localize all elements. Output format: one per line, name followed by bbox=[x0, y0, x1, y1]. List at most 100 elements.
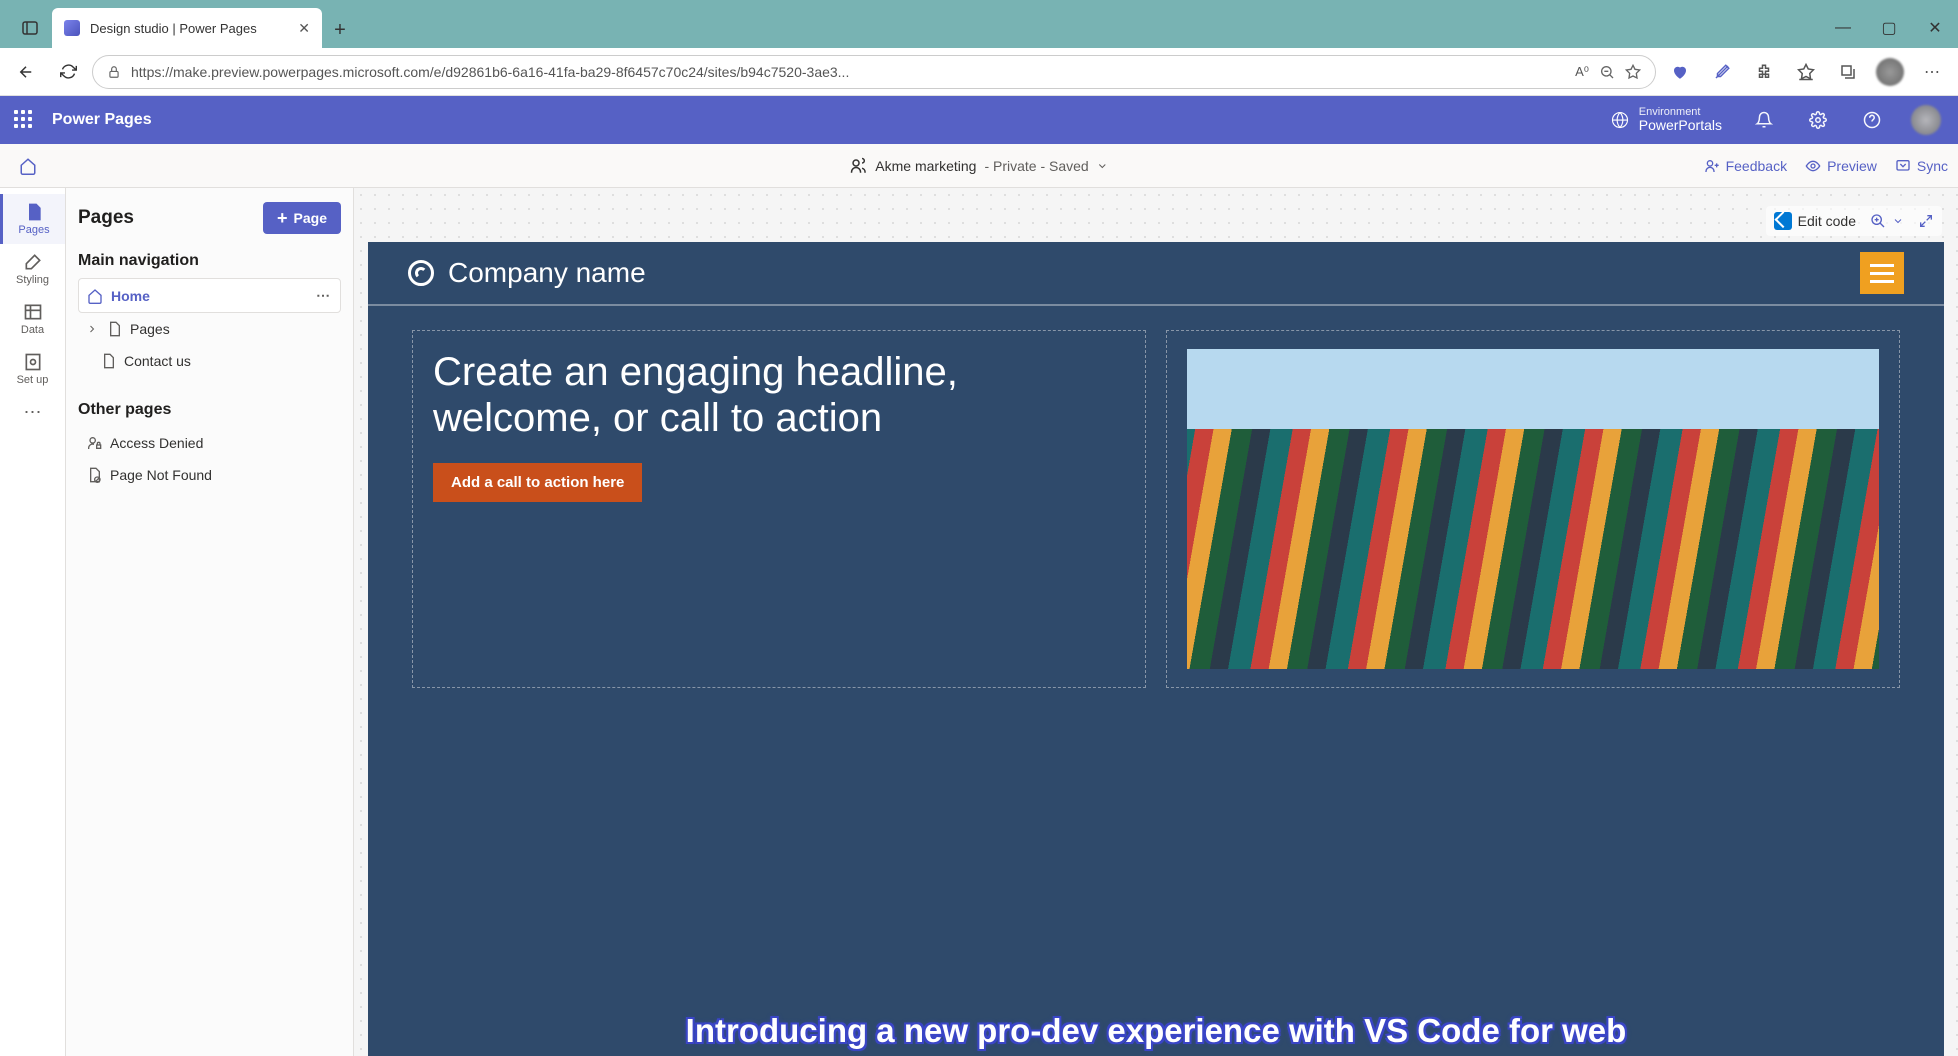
chevron-right-icon[interactable] bbox=[86, 323, 98, 335]
cta-button[interactable]: Add a call to action here bbox=[433, 463, 642, 502]
command-bar: Akme marketing - Private - Saved Feedbac… bbox=[0, 144, 1958, 188]
rail-setup[interactable]: Set up bbox=[0, 344, 65, 394]
ext-feather-icon[interactable] bbox=[1704, 54, 1740, 90]
home-icon[interactable] bbox=[10, 148, 46, 184]
workspace: Pages Styling Data Set up ⋯ Pages + Page… bbox=[0, 188, 1958, 1056]
person-lock-icon bbox=[86, 435, 102, 451]
hamburger-menu[interactable] bbox=[1860, 252, 1904, 294]
window-minimize-icon[interactable]: — bbox=[1820, 8, 1866, 48]
rail-more[interactable]: ⋯ bbox=[0, 394, 65, 431]
design-canvas: Edit code Company name Create an engag bbox=[354, 188, 1958, 1056]
tab-title: Design studio | Power Pages bbox=[90, 21, 288, 36]
hero-text-column[interactable]: Create an engaging headline, welcome, or… bbox=[412, 330, 1146, 688]
tree-item-not-found[interactable]: Page Not Found bbox=[78, 459, 341, 491]
site-navbar: Company name bbox=[368, 242, 1944, 306]
environment-picker[interactable]: Environment PowerPortals bbox=[1639, 106, 1722, 133]
expand-icon bbox=[1918, 213, 1934, 229]
new-tab-button[interactable]: + bbox=[322, 12, 358, 48]
site-preview[interactable]: Company name Create an engaging headline… bbox=[368, 242, 1944, 1056]
panel-title: Pages bbox=[78, 207, 134, 229]
browser-titlebar: Design studio | Power Pages ✕ + — ▢ ✕ bbox=[0, 0, 1958, 48]
setup-icon bbox=[23, 352, 43, 372]
more-icon[interactable]: ⋯ bbox=[1914, 54, 1950, 90]
browser-toolbar: https://make.preview.powerpages.microsof… bbox=[0, 48, 1958, 96]
page-error-icon bbox=[86, 467, 102, 483]
tree-item-access-denied[interactable]: Access Denied bbox=[78, 427, 341, 459]
site-brand[interactable]: Company name bbox=[408, 257, 646, 289]
zoom-in-icon bbox=[1870, 213, 1886, 229]
tree-item-pages[interactable]: Pages bbox=[78, 313, 341, 345]
waffle-icon[interactable] bbox=[14, 110, 34, 130]
sync-button[interactable]: Sync bbox=[1895, 158, 1948, 174]
browser-tab[interactable]: Design studio | Power Pages ✕ bbox=[52, 8, 322, 48]
site-name: Akme marketing bbox=[875, 158, 976, 174]
site-picker[interactable]: Akme marketing - Private - Saved bbox=[849, 157, 1108, 175]
hero-headline[interactable]: Create an engaging headline, welcome, or… bbox=[433, 349, 1125, 441]
tab-actions-icon[interactable] bbox=[8, 8, 52, 48]
vscode-icon bbox=[1774, 212, 1792, 230]
reader-icon[interactable]: A⁰ bbox=[1575, 64, 1589, 80]
lock-icon bbox=[107, 65, 121, 79]
app-name[interactable]: Power Pages bbox=[52, 111, 152, 129]
address-bar[interactable]: https://make.preview.powerpages.microsof… bbox=[92, 55, 1656, 89]
env-value: PowerPortals bbox=[1639, 118, 1722, 133]
brush-icon bbox=[23, 252, 43, 272]
help-icon[interactable] bbox=[1854, 102, 1890, 138]
globe-icon bbox=[1611, 111, 1629, 129]
left-rail: Pages Styling Data Set up ⋯ bbox=[0, 188, 66, 1056]
zoom-button[interactable] bbox=[1870, 213, 1904, 229]
expand-button[interactable] bbox=[1918, 213, 1934, 229]
sync-icon bbox=[1895, 158, 1911, 174]
section-main-nav: Main navigation bbox=[78, 252, 341, 270]
back-button[interactable] bbox=[8, 54, 44, 90]
window-close-icon[interactable]: ✕ bbox=[1912, 8, 1958, 48]
tab-close-icon[interactable]: ✕ bbox=[298, 20, 310, 37]
feedback-icon bbox=[1704, 158, 1720, 174]
favicon-icon bbox=[64, 20, 80, 36]
tree-item-contact[interactable]: Contact us bbox=[78, 345, 341, 377]
collections-icon[interactable] bbox=[1830, 54, 1866, 90]
notifications-icon[interactable] bbox=[1746, 102, 1782, 138]
settings-icon[interactable] bbox=[1800, 102, 1836, 138]
item-more-icon[interactable]: ⋯ bbox=[316, 287, 332, 304]
rail-pages[interactable]: Pages bbox=[0, 194, 65, 244]
page-icon bbox=[106, 321, 122, 337]
page-icon bbox=[24, 202, 44, 222]
people-icon bbox=[849, 157, 867, 175]
company-name: Company name bbox=[448, 257, 646, 289]
zoom-icon[interactable] bbox=[1599, 64, 1615, 80]
promo-banner: Introducing a new pro-dev experience wit… bbox=[368, 1006, 1944, 1056]
window-maximize-icon[interactable]: ▢ bbox=[1866, 8, 1912, 48]
ext-heart-icon[interactable] bbox=[1662, 54, 1698, 90]
env-label: Environment bbox=[1639, 106, 1722, 118]
table-icon bbox=[23, 302, 43, 322]
brand-logo-icon bbox=[408, 260, 434, 286]
site-status: - Private - Saved bbox=[984, 158, 1088, 174]
section-other: Other pages bbox=[78, 401, 341, 419]
refresh-button[interactable] bbox=[50, 54, 86, 90]
extensions-icon[interactable] bbox=[1746, 54, 1782, 90]
chevron-down-icon bbox=[1892, 215, 1904, 227]
page-icon bbox=[100, 353, 116, 369]
favorite-icon[interactable] bbox=[1625, 64, 1641, 80]
feedback-button[interactable]: Feedback bbox=[1704, 158, 1787, 174]
app-header: Power Pages Environment PowerPortals bbox=[0, 96, 1958, 144]
profile-avatar[interactable] bbox=[1872, 54, 1908, 90]
url-text: https://make.preview.powerpages.microsof… bbox=[131, 64, 1565, 80]
add-page-button[interactable]: + Page bbox=[263, 202, 341, 234]
edit-code-button[interactable]: Edit code bbox=[1774, 212, 1856, 230]
chevron-down-icon bbox=[1097, 160, 1109, 172]
rail-styling[interactable]: Styling bbox=[0, 244, 65, 294]
hero-section[interactable]: Create an engaging headline, welcome, or… bbox=[368, 306, 1944, 712]
hero-image[interactable] bbox=[1187, 349, 1879, 669]
eye-icon bbox=[1805, 158, 1821, 174]
favorites-icon[interactable] bbox=[1788, 54, 1824, 90]
tree-item-home[interactable]: Home ⋯ bbox=[78, 278, 341, 313]
rail-data[interactable]: Data bbox=[0, 294, 65, 344]
canvas-toolbar: Edit code bbox=[1766, 206, 1942, 236]
home-icon bbox=[87, 288, 103, 304]
user-avatar[interactable] bbox=[1908, 102, 1944, 138]
plus-icon: + bbox=[277, 209, 288, 227]
preview-button[interactable]: Preview bbox=[1805, 158, 1877, 174]
hero-image-column[interactable] bbox=[1166, 330, 1900, 688]
